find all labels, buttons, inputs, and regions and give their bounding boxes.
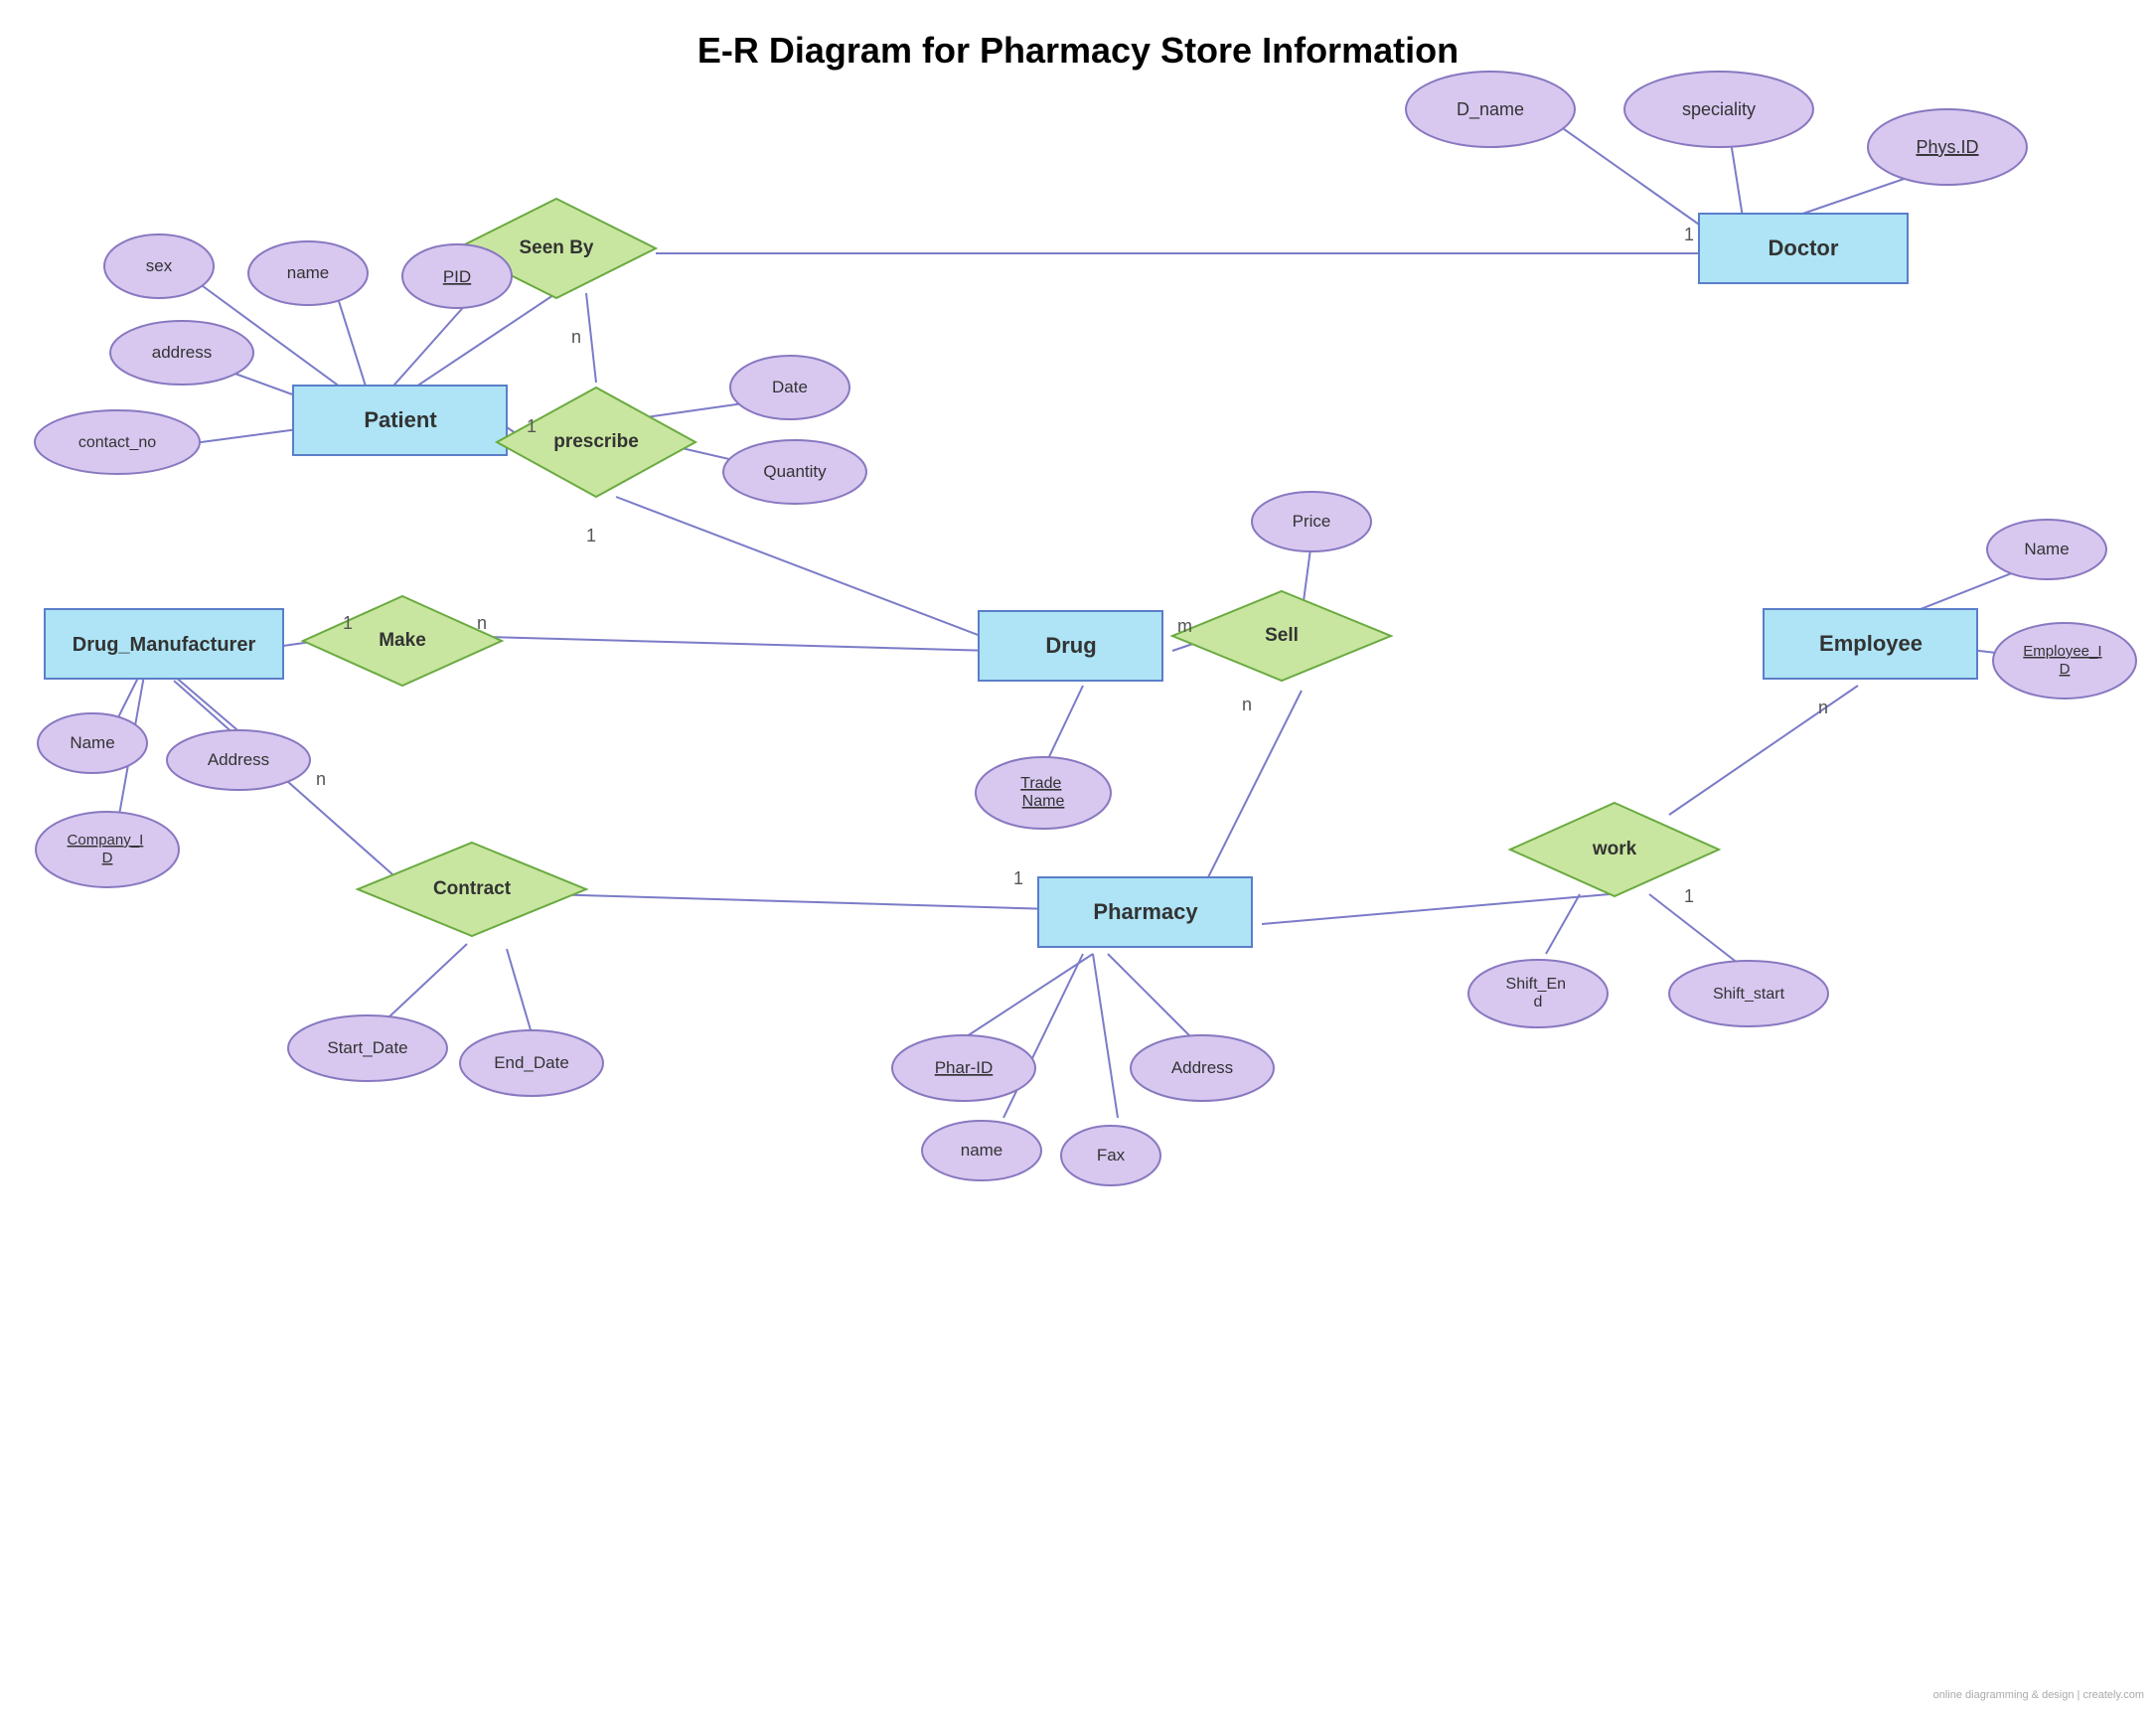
- attr-shift-start-label: Shift_start: [1713, 986, 1785, 1003]
- card-1-make-mfr: 1: [343, 613, 353, 633]
- rel-seen-by-label: Seen By: [520, 237, 594, 258]
- card-1-prescribe-patient: 1: [527, 416, 537, 436]
- card-1-prescribe-drug: 1: [586, 526, 596, 545]
- card-n-seenby-patient: n: [571, 327, 581, 347]
- entity-employee-label: Employee: [1819, 631, 1923, 656]
- rel-contract-label: Contract: [433, 878, 512, 899]
- attr-pid-label: PID: [443, 267, 471, 286]
- attr-address-patient-label: address: [152, 343, 212, 362]
- attr-phys-id-label: Phys.ID: [1916, 137, 1978, 157]
- attr-name-mfr-label: Name: [70, 733, 114, 752]
- attr-fax-label: Fax: [1097, 1146, 1126, 1165]
- card-n-sell-pharmacy: n: [1242, 695, 1252, 714]
- er-diagram-svg: Doctor Patient Drug Drug_Manufacturer Em…: [0, 0, 2156, 1709]
- attr-sex-label: sex: [146, 256, 173, 275]
- attr-name-employee-label: Name: [2024, 540, 2069, 558]
- attr-address-mfr-label: Address: [208, 750, 269, 769]
- attr-name-pharmacy-label: name: [961, 1141, 1003, 1160]
- attr-end-date-label: End_Date: [494, 1053, 569, 1072]
- attr-speciality-label: speciality: [1682, 99, 1756, 119]
- card-1-seenby-doctor: 1: [1684, 225, 1694, 244]
- attr-date-label: Date: [772, 378, 808, 396]
- attr-d-name-label: D_name: [1457, 99, 1524, 120]
- card-n-make-drug: n: [477, 613, 487, 633]
- card-n-work-employee: n: [1818, 698, 1828, 717]
- card-1-contract-pharmacy: 1: [1013, 868, 1023, 888]
- entity-pharmacy-label: Pharmacy: [1093, 899, 1198, 924]
- attr-start-date-label: Start_Date: [327, 1038, 407, 1057]
- watermark: online diagramming & design | creately.c…: [1933, 1689, 2144, 1701]
- diagram-container: E-R Diagram for Pharmacy Store Informati…: [0, 0, 2156, 1709]
- attr-name-patient-label: name: [287, 263, 330, 282]
- card-1-work-pharmacy: 1: [1684, 886, 1694, 906]
- rel-make-label: Make: [379, 630, 426, 651]
- card-n-contract-mfr: n: [316, 769, 326, 789]
- attr-trade-name-label: Trade Name: [1020, 775, 1066, 810]
- attr-quantity-label: Quantity: [763, 462, 827, 481]
- attr-address-pharmacy-label: Address: [1171, 1058, 1233, 1077]
- card-m-sell-drug: m: [1177, 616, 1192, 636]
- entity-patient-label: Patient: [364, 407, 437, 432]
- attr-price-label: Price: [1293, 512, 1331, 531]
- attr-contact-no-label: contact_no: [78, 434, 156, 451]
- entity-drug-mfr-label: Drug_Manufacturer: [73, 634, 256, 656]
- rel-work-label: work: [1592, 839, 1637, 859]
- entity-drug-label: Drug: [1045, 633, 1096, 658]
- attr-phar-id-label: Phar-ID: [935, 1058, 994, 1077]
- rel-prescribe-label: prescribe: [553, 431, 639, 452]
- entity-doctor-label: Doctor: [1769, 235, 1839, 260]
- rel-sell-label: Sell: [1265, 625, 1299, 646]
